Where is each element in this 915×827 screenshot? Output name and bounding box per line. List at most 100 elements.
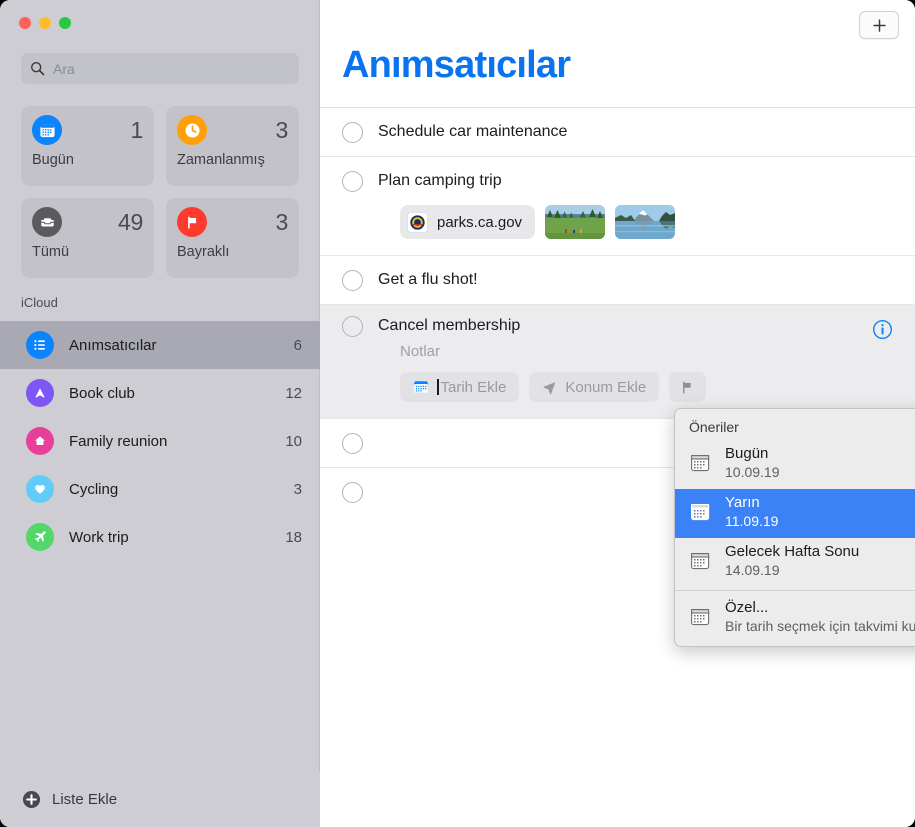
date-option-title: Gelecek Hafta Sonu <box>725 542 860 560</box>
sidebar-item-count: 6 <box>293 336 302 354</box>
smart-list-label: Tümü <box>32 244 70 260</box>
main-content: Anımsatıcılar Schedule car maintenance P… <box>320 0 915 827</box>
popup-header: Öneriler <box>689 419 739 435</box>
search-field[interactable] <box>21 53 299 84</box>
url-attachment[interactable]: parks.ca.gov <box>400 205 536 239</box>
date-option-date: 14.09.19 <box>725 561 780 578</box>
search-icon <box>30 61 45 76</box>
sidebar-item-label: Family reunion <box>69 432 168 450</box>
date-option-gelecek-hafta-sonu[interactable]: Gelecek Hafta Sonu 14.09.19 <box>675 538 915 587</box>
reminder-attachments: parks.ca.gov <box>342 205 915 255</box>
flag-icon <box>177 207 207 237</box>
add-list-label: Liste Ekle <box>52 790 118 808</box>
image-attachment-mountain-lake[interactable] <box>615 205 676 239</box>
calendar-icon <box>32 115 62 145</box>
sidebar-item-label: Cycling <box>69 480 119 498</box>
list-bullet-icon <box>26 331 54 359</box>
date-suggestions-popup: Öneriler Bugün 10.09.19 Yarın 11.09.19 G… <box>674 408 915 647</box>
date-option-title: Yarın <box>725 493 760 511</box>
sidebar-item-count: 10 <box>285 432 302 450</box>
minimize-button[interactable] <box>39 17 51 29</box>
sidebar-item-book-club[interactable]: Book club 12 <box>0 369 320 417</box>
reminder-notes-placeholder[interactable]: Notlar <box>400 343 915 360</box>
reminder-row-selected[interactable]: Cancel membership Notlar Tarih Ekle Konu… <box>320 304 915 418</box>
clock-icon <box>177 115 207 145</box>
smart-list-count: 3 <box>275 208 289 235</box>
reminder-row[interactable]: Schedule car maintenance <box>320 107 915 156</box>
reminder-checkbox[interactable] <box>342 170 363 192</box>
date-option-bugun[interactable]: Bugün 10.09.19 <box>675 440 915 489</box>
smart-list-tumu[interactable]: 49 Tümü <box>21 198 154 278</box>
house-icon <box>26 427 54 455</box>
park-seal-favicon <box>407 211 428 233</box>
app-window: 1 Bugün 3 Zamanlanmış <box>0 0 915 827</box>
smart-list-label: Bayraklı <box>177 244 230 260</box>
airplane-icon <box>26 523 54 551</box>
inbox-icon <box>32 207 62 237</box>
smart-list-label: Bugün <box>32 152 74 168</box>
calendar-icon <box>689 606 711 628</box>
sidebar-item-count: 18 <box>285 528 302 546</box>
plus-circle-icon <box>22 790 41 808</box>
sidebar-item-animsaticilar[interactable]: Anımsatıcılar 6 <box>0 321 320 369</box>
flag-icon <box>680 380 695 395</box>
sidebar-item-family-reunion[interactable]: Family reunion 10 <box>0 417 320 465</box>
add-reminder-button[interactable] <box>859 11 899 39</box>
reminder-row[interactable]: Plan camping trip parks.ca.gov <box>320 156 915 255</box>
date-option-subtitle: Bir tarih seçmek için takvimi kullanın. <box>725 617 915 634</box>
smart-lists-grid: 1 Bugün 3 Zamanlanmış 49 Tümü 3 Bayraklı <box>21 106 299 278</box>
sidebar-item-label: Work trip <box>69 528 129 546</box>
smart-list-count: 1 <box>130 116 144 143</box>
smart-list-label: Zamanlanmış <box>177 152 265 168</box>
date-option-date: 11.09.19 <box>725 512 779 529</box>
flag-chip[interactable] <box>669 372 707 402</box>
add-location-label: Konum Ekle <box>565 378 647 396</box>
smart-list-zamanlanmis[interactable]: 3 Zamanlanmış <box>166 106 299 186</box>
add-date-chip[interactable]: Tarih Ekle <box>400 372 520 402</box>
reminder-title: Cancel membership <box>378 317 521 334</box>
reminder-title: Get a flu shot! <box>378 271 478 288</box>
smart-list-bayrakli[interactable]: 3 Bayraklı <box>166 198 299 278</box>
reminder-checkbox[interactable] <box>342 432 363 454</box>
add-location-chip[interactable]: Konum Ekle <box>529 372 660 402</box>
popup-divider <box>675 589 915 591</box>
search-input[interactable] <box>53 60 290 77</box>
location-arrow-icon <box>542 380 557 395</box>
zoom-button[interactable] <box>59 17 71 29</box>
url-attachment-text: parks.ca.gov <box>437 213 523 231</box>
date-option-date: 10.09.19 <box>725 464 780 480</box>
reminder-row[interactable]: Get a flu shot! <box>320 255 915 304</box>
sidebar-item-label: Book club <box>69 384 135 402</box>
heart-icon <box>26 475 54 503</box>
sidebar-item-label: Anımsatıcılar <box>69 336 157 354</box>
text-cursor <box>437 379 439 395</box>
sidebar-item-cycling[interactable]: Cycling 3 <box>0 465 320 513</box>
reminder-checkbox[interactable] <box>342 269 363 291</box>
calendar-icon <box>689 501 711 523</box>
info-circle-icon[interactable] <box>872 319 893 340</box>
smart-list-count: 3 <box>275 116 289 143</box>
calendar-icon <box>689 452 711 474</box>
traffic-lights <box>19 17 71 29</box>
user-lists: Anımsatıcılar 6 Book club 12 Family reun… <box>0 321 320 561</box>
date-option-custom[interactable]: Özel... Bir tarih seçmek için takvimi ku… <box>675 594 915 646</box>
image-attachment-meadow[interactable] <box>545 205 606 239</box>
calendar-icon <box>689 550 711 572</box>
date-option-yarin[interactable]: Yarın 11.09.19 <box>675 488 915 538</box>
sidebar: 1 Bugün 3 Zamanlanmış <box>0 0 320 827</box>
add-list-button[interactable]: Liste Ekle <box>0 771 320 827</box>
reminder-title: Schedule car maintenance <box>378 123 568 140</box>
sidebar-item-count: 12 <box>285 384 302 402</box>
date-option-title: Özel... <box>725 598 769 616</box>
reminder-checkbox[interactable] <box>342 315 363 337</box>
reminder-checkbox[interactable] <box>342 481 363 503</box>
smart-list-bugun[interactable]: 1 Bugün <box>21 106 154 186</box>
plus-icon <box>872 18 886 32</box>
sidebar-item-work-trip[interactable]: Work trip 18 <box>0 513 320 561</box>
reminder-checkbox[interactable] <box>342 121 363 143</box>
close-button[interactable] <box>19 17 31 29</box>
add-date-label: Tarih Ekle <box>440 378 507 396</box>
reminder-title: Plan camping trip <box>378 172 502 189</box>
page-title: Anımsatıcılar <box>342 44 571 86</box>
calendar-icon <box>413 379 429 395</box>
